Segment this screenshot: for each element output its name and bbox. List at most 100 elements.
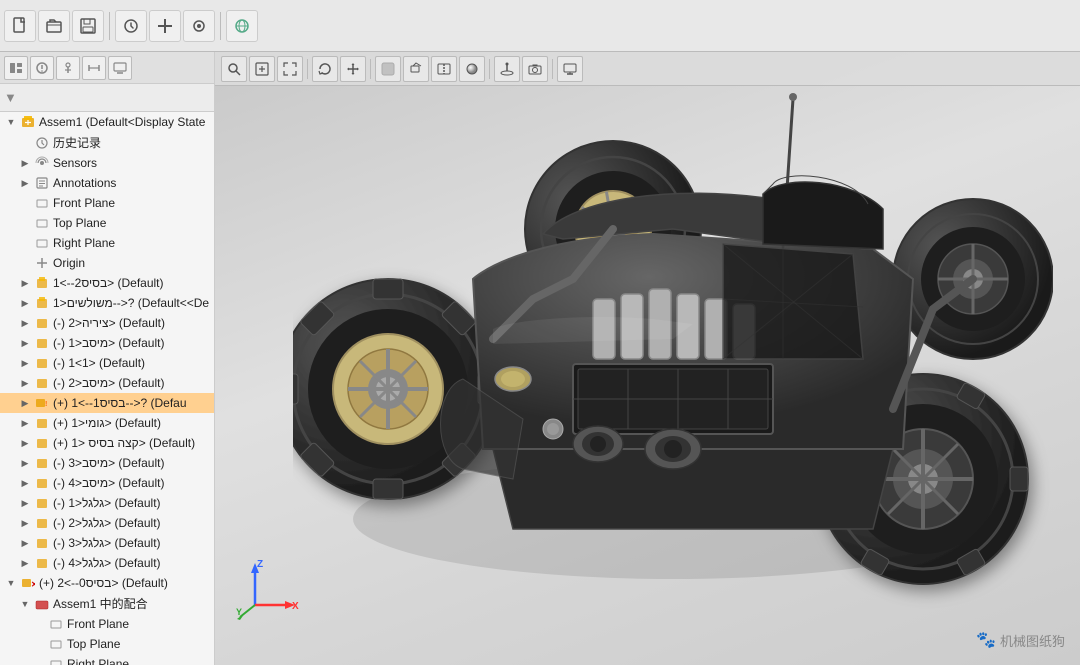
part11-label: (-) 4>מיסב> (Default) (53, 476, 164, 490)
part6-icon (34, 375, 50, 391)
history-label: 历史记录 (53, 134, 101, 151)
tree-item-assem1[interactable]: ▼ Assem1 (Default<Display State (0, 112, 214, 132)
tree-expand-part6[interactable]: ▶ (18, 376, 32, 390)
toolbar-save-btn[interactable] (72, 10, 104, 42)
tree-btn-configmgr[interactable] (56, 56, 80, 80)
tree-expand-part15[interactable]: ▶ (18, 556, 32, 570)
right-plane-icon (34, 235, 50, 251)
viewport[interactable]: Z X Y 🐾 机械图纸狗 (215, 52, 1080, 665)
sub-top-icon (48, 636, 64, 652)
tree-btn-featuremgr[interactable] (4, 56, 28, 80)
part8-label: (+) גומי<1> (Default) (53, 416, 161, 430)
tree-expand-part13[interactable]: ▶ (18, 516, 32, 530)
part3-icon (34, 315, 50, 331)
part7-label: (+) 1<--1בסיס-->? (Defau (53, 396, 187, 410)
vp-search-btn[interactable] (221, 56, 247, 82)
origin-icon (34, 255, 50, 271)
tree-item-right-plane[interactable]: ▶ Right Plane (0, 233, 214, 253)
tree-expand-part9[interactable]: ▶ (18, 436, 32, 450)
tree-item-part13[interactable]: ▶ (-) גלגל<2> (Default) (0, 513, 214, 533)
toolbar-globe-btn[interactable] (226, 10, 258, 42)
vp-sep-3 (489, 59, 490, 79)
part5-icon (34, 355, 50, 371)
svg-text:✕: ✕ (31, 580, 35, 589)
tree-expand-part1[interactable]: ▶ (18, 276, 32, 290)
tree-expand-annotations[interactable]: ▶ (18, 176, 32, 190)
tree-item-part14[interactable]: ▶ (-) גלגל<3> (Default) (0, 533, 214, 553)
vp-sep-4 (552, 59, 553, 79)
watermark-text: 机械图纸狗 (1000, 631, 1065, 650)
part8-icon (34, 415, 50, 431)
tree-expand-part3[interactable]: ▶ (18, 316, 32, 330)
tree-expand-part7[interactable]: ▶ (18, 396, 32, 410)
tree-expand-part8[interactable]: ▶ (18, 416, 32, 430)
annotations-icon (34, 175, 50, 191)
tree-item-part6[interactable]: ▶ (-) 2>מיסב> (Default) (0, 373, 214, 393)
tree-item-part16[interactable]: ▼ ✕ (+) 2<--0בסיס> (Default) (0, 573, 214, 593)
tree-item-part3[interactable]: ▶ (-) 2>ציריה> (Default) (0, 313, 214, 333)
robot-model-view[interactable] (265, 92, 1080, 625)
tree-item-part4[interactable]: ▶ (-) 1>מיסב> (Default) (0, 333, 214, 353)
tree-item-part7[interactable]: ▶ ! (+) 1<--1בסיס-->? (Defau (0, 393, 214, 413)
tree-item-part12[interactable]: ▶ (-) גלגל<1> (Default) (0, 493, 214, 513)
tree-expand-part12[interactable]: ▶ (18, 496, 32, 510)
tree-item-sub-front[interactable]: ▶ Front Plane (0, 614, 214, 634)
tree-item-part11[interactable]: ▶ (-) 4>מיסב> (Default) (0, 473, 214, 493)
tree-expand-part11[interactable]: ▶ (18, 476, 32, 490)
tree-item-part2[interactable]: ▶ 1>משולשים-->? (Default<<De (0, 293, 214, 313)
tree-top-bar (0, 52, 214, 84)
tree-item-sensors[interactable]: ▶ Sensors (0, 153, 214, 173)
toolbar-options-btn[interactable] (115, 10, 147, 42)
svg-text:!: ! (45, 401, 47, 408)
tree-expand-part4[interactable]: ▶ (18, 336, 32, 350)
tree-item-origin[interactable]: ▶ Origin (0, 253, 214, 273)
part7-warning-icon: ! (34, 395, 50, 411)
tree-content[interactable]: ▼ Assem1 (Default<Display State ▶ 历史记录 ▶ (0, 112, 214, 665)
tree-expand-sensors[interactable]: ▶ (18, 156, 32, 170)
tree-expand-part14[interactable]: ▶ (18, 536, 32, 550)
tree-item-sub-assem[interactable]: ▼ Assem1 中的配合 (0, 593, 214, 614)
tree-expand-part2[interactable]: ▶ (18, 296, 32, 310)
tree-item-part10[interactable]: ▶ (-) 3>מיסב> (Default) (0, 453, 214, 473)
part13-label: (-) גלגל<2> (Default) (53, 516, 161, 530)
tree-btn-propmgr[interactable] (30, 56, 54, 80)
tree-item-front-plane[interactable]: ▶ Front Plane (0, 193, 214, 213)
vp-zoom-btn[interactable] (249, 56, 275, 82)
tree-item-sub-top[interactable]: ▶ Top Plane (0, 634, 214, 654)
svg-text:Z: Z (257, 559, 263, 570)
tree-btn-dimmgr[interactable] (82, 56, 106, 80)
tree-expand-part16[interactable]: ▼ (4, 576, 18, 590)
coord-axis-widget: Z X Y (235, 555, 295, 615)
tree-item-sub-right[interactable]: ▶ Right Plane (0, 654, 214, 665)
front-plane-label: Front Plane (53, 196, 115, 210)
part16-label: (+) 2<--0בסיס> (Default) (39, 576, 168, 590)
part1-label: 1<--2בסיס> (Default) (53, 276, 164, 290)
tree-item-part1[interactable]: ▶ 1<--2בסיס> (Default) (0, 273, 214, 293)
tree-item-top-plane[interactable]: ▶ Top Plane (0, 213, 214, 233)
history-icon (34, 135, 50, 151)
vp-sep-1 (307, 59, 308, 79)
tree-item-part8[interactable]: ▶ (+) גומי<1> (Default) (0, 413, 214, 433)
toolbar-cross-btn[interactable] (149, 10, 181, 42)
tree-item-part15[interactable]: ▶ (-) גלגל<4> (Default) (0, 553, 214, 573)
assem1-icon (20, 114, 36, 130)
toolbar-rotate-btn[interactable] (183, 10, 215, 42)
watermark-icon: 🐾 (976, 630, 996, 650)
tree-btn-displaymgr[interactable] (108, 56, 132, 80)
sub-right-icon (48, 656, 64, 665)
tree-expand-part5[interactable]: ▶ (18, 356, 32, 370)
front-plane-icon (34, 195, 50, 211)
part2-icon (34, 295, 50, 311)
tree-item-part5[interactable]: ▶ (-) 1<1> (Default) (0, 353, 214, 373)
tree-item-part9[interactable]: ▶ (+) 1> קצה בסיס> (Default) (0, 433, 214, 453)
tree-expand-assem1[interactable]: ▼ (4, 115, 18, 129)
toolbar-new-btn[interactable] (4, 10, 36, 42)
tree-item-annotations[interactable]: ▶ Annotations (0, 173, 214, 193)
part15-label: (-) גלגל<4> (Default) (53, 556, 161, 570)
feature-tree-panel: ▼ ▼ Assem1 (Default<Display State ▶ 历史记录 (0, 52, 215, 665)
tree-expand-sub-assem[interactable]: ▼ (18, 597, 32, 611)
tree-expand-part10[interactable]: ▶ (18, 456, 32, 470)
toolbar-open-btn[interactable] (38, 10, 70, 42)
watermark: 🐾 机械图纸狗 (976, 630, 1065, 650)
tree-item-history[interactable]: ▶ 历史记录 (0, 132, 214, 153)
